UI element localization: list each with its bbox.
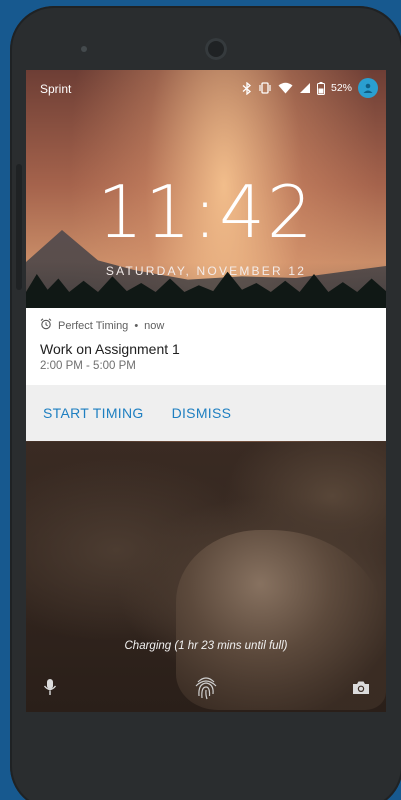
sensor-dot	[81, 46, 87, 52]
notification-app-name: Perfect Timing	[58, 319, 129, 332]
lock-screen: Sprint 52% 11:42 SATURDAY, NOVEMBER 12 P…	[26, 70, 386, 712]
notification-time: now	[144, 319, 165, 332]
status-bar: Sprint 52%	[26, 70, 386, 106]
microphone-icon[interactable]	[43, 678, 57, 701]
dismiss-button[interactable]: DISMISS	[172, 405, 232, 421]
power-button	[16, 164, 22, 290]
clock-date: SATURDAY, NOVEMBER 12	[105, 264, 307, 278]
lock-screen-shortcuts	[26, 674, 386, 702]
clock-time: 11:42	[97, 170, 315, 254]
vibrate-icon	[258, 82, 272, 94]
alarm-clock-icon	[40, 318, 52, 333]
battery-icon	[316, 81, 325, 95]
notification-body[interactable]: Perfect Timing • now Work on Assignment …	[26, 308, 386, 385]
status-icons: 52%	[242, 78, 378, 98]
notification-header: Perfect Timing • now	[40, 318, 372, 333]
battery-percent: 52%	[330, 82, 352, 94]
camera-icon[interactable]	[352, 680, 370, 700]
front-camera	[205, 38, 227, 60]
charging-status: Charging (1 hr 23 mins until full)	[124, 640, 288, 652]
notification-separator: •	[134, 319, 139, 332]
notification-actions: START TIMING DISMISS	[26, 385, 386, 441]
wifi-icon	[278, 82, 293, 94]
notification-title: Work on Assignment 1	[40, 341, 180, 357]
device-frame-background: Sprint 52% 11:42 SATURDAY, NOVEMBER 12 P…	[0, 0, 401, 800]
notification-text: 2:00 PM - 5:00 PM	[40, 360, 136, 372]
bluetooth-icon	[242, 81, 252, 95]
carrier-name: Sprint	[40, 82, 72, 96]
notification-card[interactable]: Perfect Timing • now Work on Assignment …	[26, 308, 386, 441]
profile-icon[interactable]	[358, 78, 378, 98]
fingerprint-icon[interactable]	[194, 674, 218, 705]
cell-signal-icon	[299, 82, 311, 94]
start-timing-button[interactable]: START TIMING	[43, 405, 144, 421]
